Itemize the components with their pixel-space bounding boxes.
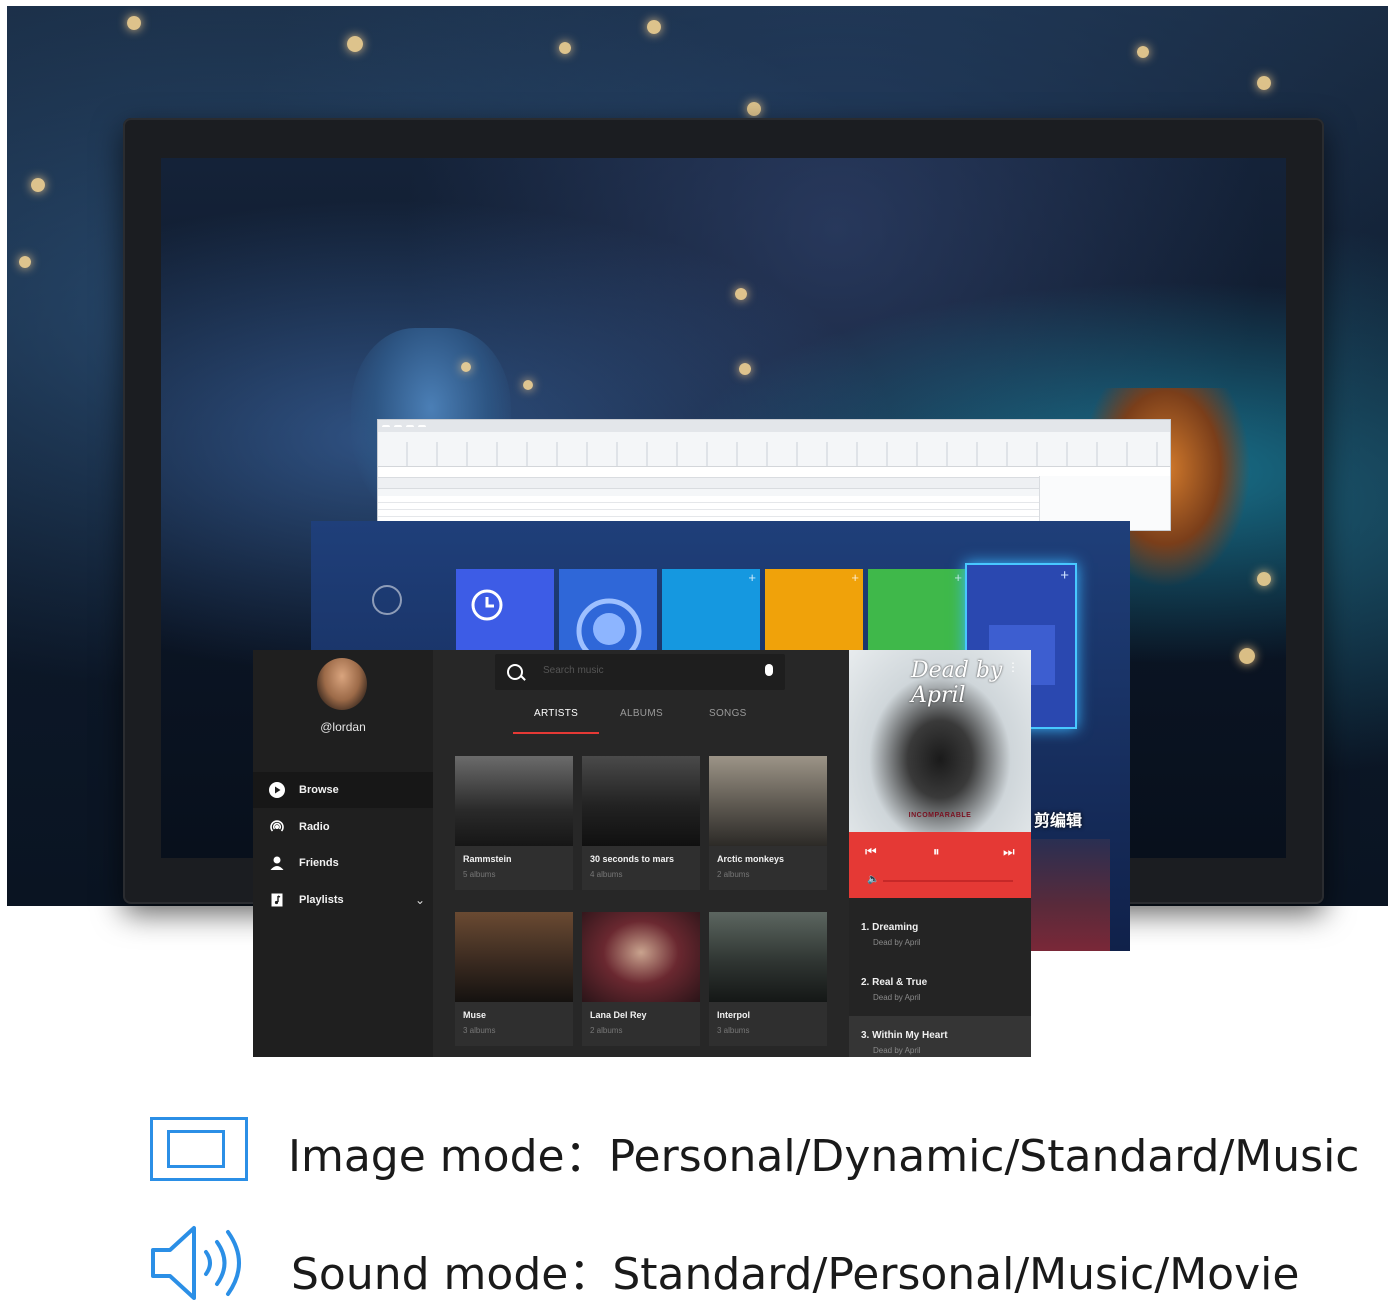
album-cover: Dead by April INCOMPARABLE ⋮ (849, 650, 1031, 832)
spreadsheet-menu (378, 432, 1170, 442)
track-artist: Dead by April (873, 1046, 921, 1055)
spreadsheet-ribbon (378, 442, 1170, 467)
artist-photo (582, 912, 700, 1002)
pause-icon[interactable]: ⏸ (933, 844, 940, 860)
radio-icon (269, 819, 285, 835)
previous-track-icon[interactable]: ⏮ (865, 844, 877, 860)
tile-blue[interactable]: + (662, 569, 760, 651)
nav-item-browse[interactable]: Browse (253, 772, 433, 808)
track-title: 2. Real & True (861, 977, 928, 988)
artist-photo (455, 912, 573, 1002)
track-item[interactable]: 1. Dreaming Dead by April (849, 908, 1031, 963)
artist-photo (709, 912, 827, 1002)
tile-caption: 剪编辑 (1034, 813, 1083, 830)
volume-slider[interactable] (883, 880, 1013, 882)
tile-recent[interactable] (456, 569, 554, 651)
artist-card[interactable]: Interpol 3 albums (709, 912, 827, 1046)
artist-album-count: 2 albums (717, 870, 750, 879)
artist-name: Interpol (717, 1010, 750, 1020)
tile-orange[interactable]: + (765, 569, 863, 651)
track-item-selected[interactable]: 3. Within My Heart Dead by April (849, 1016, 1031, 1057)
artist-name: Lana Del Rey (590, 1010, 647, 1020)
artist-name: Rammstein (463, 854, 512, 864)
nav-label: Playlists (299, 894, 344, 906)
nav-label: Friends (299, 857, 339, 869)
music-browser: Search music ARTISTS ALBUMS SONGS Rammst… (433, 650, 849, 1057)
track-title: 3. Within My Heart (861, 1030, 948, 1041)
chevron-down-icon[interactable]: ⌄ (415, 893, 425, 907)
image-mode-caption: Image mode：Personal/Dynamic/Standard/Mus… (288, 1131, 1360, 1182)
volume-icon[interactable]: 🔈 (867, 874, 879, 885)
search-input[interactable]: Search music (543, 665, 604, 676)
search-icon[interactable] (372, 585, 402, 615)
music-sidebar: @lordan Browse Radio Friends Playlists ⌄ (253, 650, 433, 1057)
artist-card[interactable]: Muse 3 albums (455, 912, 573, 1046)
sound-mode-caption: Sound mode：Standard/Personal/Music/Movie (291, 1249, 1300, 1300)
track-artist: Dead by April (873, 938, 921, 947)
artist-name: Muse (463, 1010, 487, 1020)
nav-label: Browse (299, 784, 339, 796)
person-icon (269, 855, 285, 871)
nav-label: Radio (299, 821, 330, 833)
artist-album-count: 3 albums (463, 1026, 496, 1035)
artist-photo (455, 756, 573, 846)
tab-albums[interactable]: ALBUMS (620, 708, 663, 719)
avatar[interactable] (317, 658, 367, 710)
tab-artists[interactable]: ARTISTS (534, 708, 578, 719)
tab-bar: ARTISTS ALBUMS SONGS (433, 700, 849, 736)
track-artist: Dead by April (873, 993, 921, 1002)
speaker-icon (151, 1226, 241, 1300)
user-icon (576, 598, 642, 664)
artist-photo (709, 756, 827, 846)
nav-item-radio[interactable]: Radio (253, 809, 433, 845)
search-icon (507, 664, 523, 680)
spreadsheet-tabs (378, 420, 1170, 432)
artist-name: Arctic monkeys (717, 854, 785, 864)
image-mode-icon (150, 1117, 248, 1181)
next-track-icon[interactable]: ⏭ (1003, 844, 1015, 860)
artist-card[interactable]: Rammstein 5 albums (455, 756, 573, 890)
track-item[interactable]: 2. Real & True Dead by April (849, 963, 1031, 1018)
artist-card[interactable]: 30 seconds to mars 4 albums (582, 756, 700, 890)
active-tab-indicator (513, 732, 599, 734)
spreadsheet-window (377, 419, 1171, 531)
now-playing-panel: Dead by April INCOMPARABLE ⋮ ⏮ ⏸ ⏭ 🔈 1. … (849, 650, 1031, 1057)
tile-green[interactable]: + (868, 569, 966, 651)
nav-item-friends[interactable]: Friends (253, 845, 433, 881)
album-cover-subtitle: INCOMPARABLE (908, 812, 972, 819)
nav-item-playlists[interactable]: Playlists ⌄ (253, 882, 433, 918)
artist-card[interactable]: Arctic monkeys 2 albums (709, 756, 827, 890)
artist-name: 30 seconds to mars (590, 854, 675, 864)
track-title: 1. Dreaming (861, 922, 919, 933)
username: @lordan (320, 720, 366, 734)
poster-image (1030, 839, 1110, 951)
artist-album-count: 5 albums (463, 870, 496, 879)
microphone-icon[interactable] (765, 664, 773, 676)
playlist-icon (269, 892, 285, 908)
artist-photo (582, 756, 700, 846)
artist-album-count: 2 albums (590, 1026, 623, 1035)
player-controls: ⏮ ⏸ ⏭ 🔈 (849, 832, 1031, 898)
search-bar[interactable]: Search music (495, 654, 785, 690)
artist-album-count: 3 albums (717, 1026, 750, 1035)
tile-profile[interactable] (559, 569, 657, 664)
play-circle-icon (269, 782, 285, 798)
artist-album-count: 4 albums (590, 870, 623, 879)
artist-card[interactable]: Lana Del Rey 2 albums (582, 912, 700, 1046)
tab-songs[interactable]: SONGS (709, 708, 747, 719)
more-options-icon[interactable]: ⋮ (1007, 660, 1019, 674)
music-app-window: @lordan Browse Radio Friends Playlists ⌄… (253, 650, 1031, 1057)
clock-icon (471, 589, 503, 621)
